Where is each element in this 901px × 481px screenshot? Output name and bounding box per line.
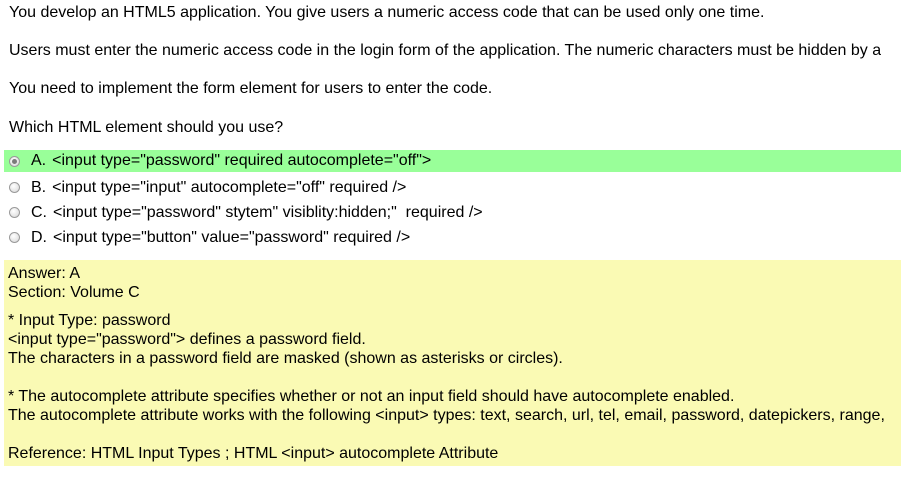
answer-options: A. <input type="password" required autoc… [4,150,901,250]
option-c[interactable]: C. <input type="password" stytem" visibl… [4,200,901,225]
option-a-text: <input type="password" required autocomp… [52,152,432,169]
explanation-line-2: <input type="password"> defines a passwo… [8,331,366,348]
radio-button-b[interactable] [9,182,20,193]
question-text-line-3: You need to implement the form element f… [9,80,493,97]
explanation-line-1: * Input Type: password [8,312,171,329]
radio-button-a[interactable] [9,155,20,167]
answer-line: Answer: A [8,265,81,282]
reference-line: Reference: HTML Input Types ; HTML <inpu… [8,445,499,462]
option-a-letter: A. [31,152,47,169]
option-b-text: <input type="input" autocomplete="off" r… [52,178,407,196]
option-d-text: <input type="button" value="password" re… [53,228,411,246]
question-prompt: Which HTML element should you use? [9,119,284,136]
question-page: You develop an HTML5 application. You gi… [0,0,901,481]
explanation-line-5: The autocomplete attribute works with th… [8,407,885,424]
question-text-line-2: Users must enter the numeric access code… [9,42,882,59]
answer-explanation-box: Answer: A Section: Volume C * Input Type… [4,260,901,466]
explanation-line-3: The characters in a password field are m… [8,350,563,367]
radio-button-d[interactable] [9,232,20,243]
option-c-text: <input type="password" stytem" visiblity… [53,203,483,221]
option-b-letter: B. [31,178,47,196]
option-b[interactable]: B. <input type="input" autocomplete="off… [4,175,901,200]
section-line: Section: Volume C [8,284,140,301]
option-a[interactable]: A. <input type="password" required autoc… [4,150,901,172]
option-d[interactable]: D. <input type="button" value="password"… [4,225,901,250]
explanation-line-4: * The autocomplete attribute specifies w… [8,388,735,405]
option-c-letter: C. [31,203,47,221]
option-d-letter: D. [31,228,47,246]
question-text-line-1: You develop an HTML5 application. You gi… [9,4,765,21]
radio-button-c[interactable] [9,207,20,218]
